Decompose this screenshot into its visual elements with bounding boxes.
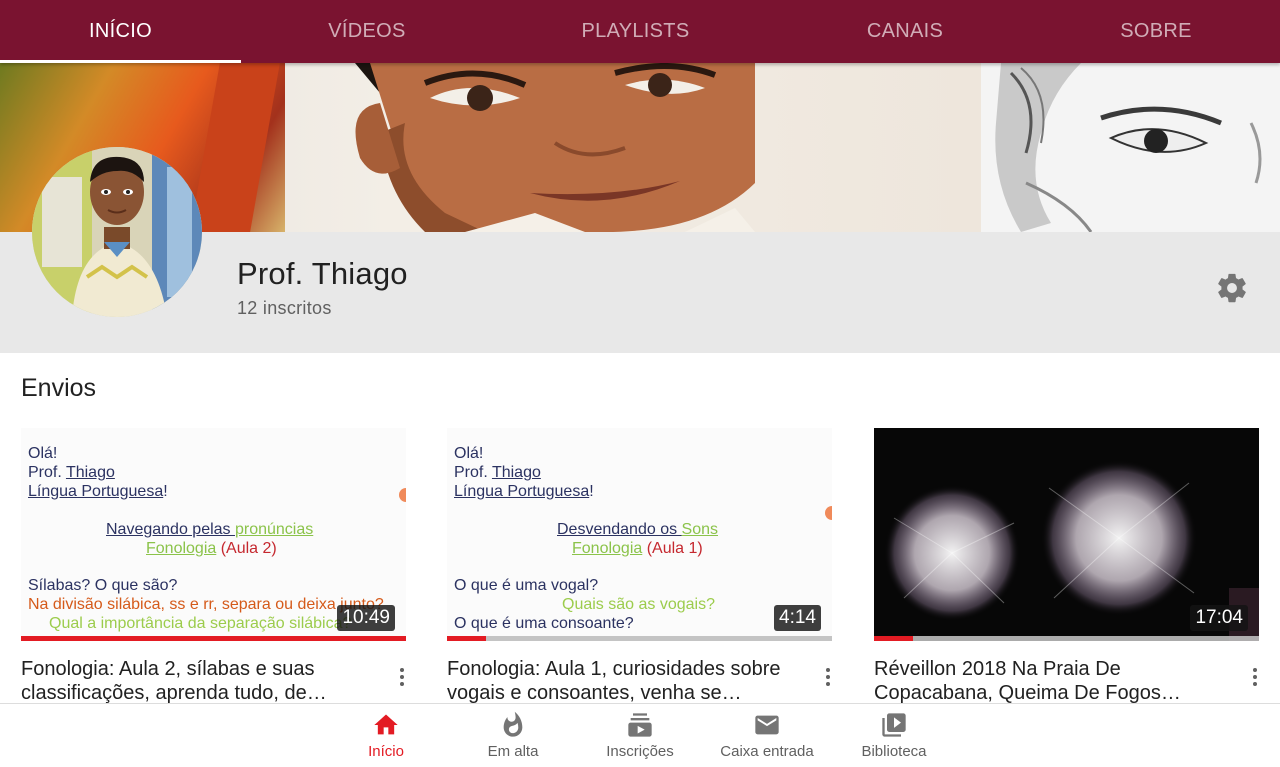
- video-duration: 10:49: [337, 605, 395, 631]
- tab-canais[interactable]: CANAIS: [778, 0, 1032, 63]
- thumb-text: Desvendando os Sons: [557, 521, 718, 538]
- video-title[interactable]: Fonologia: Aula 1, curiosidades sobre vo…: [447, 657, 807, 705]
- video-thumbnail[interactable]: Olá! Prof. Thiago Língua Portuguesa! Nav…: [21, 428, 406, 641]
- gear-icon[interactable]: [1215, 271, 1249, 305]
- mail-icon: [755, 715, 779, 735]
- library-icon: [882, 713, 906, 737]
- tab-playlists[interactable]: PLAYLISTS: [493, 0, 778, 63]
- nav-item-em-alta[interactable]: Em alta: [453, 704, 573, 767]
- subscriptions-icon: [628, 713, 652, 737]
- more-vert-icon[interactable]: [394, 665, 410, 689]
- tab-label: CANAIS: [866, 20, 944, 42]
- channel-name: Prof. Thiago: [237, 256, 408, 291]
- nav-item-inscricoes[interactable]: Inscrições: [580, 704, 700, 767]
- channel-page: INÍCIO VÍDEOS PLAYLISTS CANAIS SOBRE Pro…: [0, 0, 1280, 767]
- tab-label: INÍCIO: [89, 20, 152, 42]
- nav-label: Inscrições: [606, 743, 674, 760]
- thumb-text: Quais são as vogais?: [562, 596, 715, 613]
- bottom-navigation: Início Em alta Inscrições Caixa entrada …: [0, 703, 1280, 767]
- nav-item-inicio[interactable]: Início: [326, 704, 446, 767]
- video-title[interactable]: Réveillon 2018 Na Praia De Copacabana, Q…: [874, 657, 1234, 705]
- subscriber-count: 12 inscritos: [237, 298, 332, 318]
- watch-progress: [874, 636, 1259, 641]
- nav-label: Em alta: [487, 743, 539, 760]
- thumb-text: Qual a importância da separação silábica…: [49, 615, 352, 632]
- thumb-text: Navegando pelas pronúncias: [106, 521, 314, 538]
- tab-videos[interactable]: VÍDEOS: [241, 0, 493, 63]
- channel-tabs: INÍCIO VÍDEOS PLAYLISTS CANAIS SOBRE: [0, 0, 1280, 63]
- more-vert-icon[interactable]: [1247, 665, 1263, 689]
- thumb-text: Prof. Thiago: [28, 464, 115, 481]
- nav-item-caixa-entrada[interactable]: Caixa entrada: [707, 704, 827, 767]
- video-thumbnail[interactable]: 17:04: [874, 428, 1259, 641]
- tab-sobre[interactable]: SOBRE: [1032, 0, 1280, 63]
- thumb-text: Prof. Thiago: [454, 464, 541, 481]
- thumb-text: Na divisão silábica, ss e rr, separa ou …: [28, 596, 384, 613]
- thumb-text: O que é uma vogal?: [454, 577, 599, 594]
- tab-label: PLAYLISTS: [581, 20, 690, 42]
- video-thumbnail[interactable]: Olá! Prof. Thiago Língua Portuguesa! Des…: [447, 428, 832, 641]
- thumb-text: Língua Portuguesa!: [454, 483, 594, 500]
- video-duration: 17:04: [1190, 605, 1248, 631]
- nav-label: Caixa entrada: [720, 743, 814, 760]
- banner-cartoon-face: [285, 63, 981, 232]
- video-card: 17:04 Réveillon 2018 Na Praia De Copacab…: [874, 428, 1259, 704]
- thumb-text: Sílabas? O que são?: [28, 577, 178, 594]
- section-title-uploads: Envios: [21, 374, 97, 402]
- nav-item-biblioteca[interactable]: Biblioteca: [834, 704, 954, 767]
- more-vert-icon[interactable]: [820, 665, 836, 689]
- watch-progress: [447, 636, 832, 641]
- nav-label: Biblioteca: [861, 743, 927, 760]
- banner-sketch-face: [981, 63, 1280, 232]
- thumb-text: Língua Portuguesa!: [28, 483, 168, 500]
- tab-label: VÍDEOS: [328, 20, 406, 42]
- thumb-text: Fonologia (Aula 1): [572, 540, 703, 557]
- tab-label: SOBRE: [1120, 20, 1192, 42]
- video-card: Olá! Prof. Thiago Língua Portuguesa! Nav…: [21, 428, 406, 704]
- thumb-text: O que é uma consoante?: [454, 615, 634, 632]
- watch-progress: [21, 636, 406, 641]
- tab-inicio[interactable]: INÍCIO: [0, 0, 241, 63]
- channel-avatar[interactable]: [32, 147, 202, 317]
- thumb-text: Fonologia (Aula 2): [146, 540, 277, 557]
- flame-icon: [503, 711, 523, 737]
- video-card: Olá! Prof. Thiago Língua Portuguesa! Des…: [447, 428, 832, 704]
- nav-label: Início: [368, 743, 404, 760]
- video-title[interactable]: Fonologia: Aula 2, sílabas e suas classi…: [21, 657, 381, 705]
- thumb-text: Olá!: [454, 445, 484, 462]
- video-duration: 4:14: [774, 605, 821, 631]
- home-icon: [374, 714, 398, 735]
- thumb-text: Olá!: [28, 445, 58, 462]
